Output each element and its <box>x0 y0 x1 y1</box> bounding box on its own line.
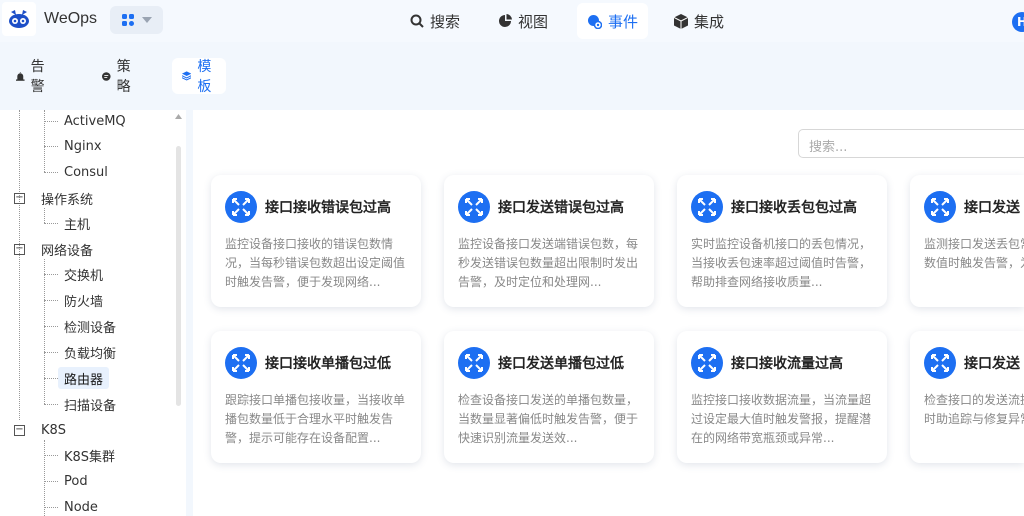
card-title: 接口接收流量过高 <box>731 356 843 372</box>
tree-item-nginx[interactable]: Nginx <box>64 135 102 157</box>
tree-item-load-balancer[interactable]: 负载均衡 <box>64 341 116 363</box>
apps-grid-icon <box>121 14 134 26</box>
nav-views[interactable]: 视图 <box>488 3 558 39</box>
card-description: 监控设备接口接收的错误包数情况，当每秒错误包数超出设定阈值时触发告警，便于发现网… <box>225 237 406 289</box>
card-description: 监控接口接收数据流量，当流量超过设定最大值时触发警报，提醒潜在的网络带宽瓶颈或异… <box>691 393 872 445</box>
collapse-icon[interactable]: − <box>14 424 25 436</box>
category-tree: ActiveMQ Nginx Consul − 操作系统 主机 − 网络设备 交… <box>0 110 186 516</box>
tab-label: 模板 <box>197 59 212 95</box>
tree-item-switch[interactable]: 交换机 <box>64 263 103 285</box>
expand-arrows-icon <box>691 191 723 223</box>
tab-label: 告警 <box>30 59 45 95</box>
card-description: 实时监控设备机接口的丢包情况，当接收丢包速率超过阈值时告警，帮助排查网络接收质量… <box>691 237 872 289</box>
expand-arrows-icon <box>458 191 490 223</box>
search-input[interactable]: 搜索... <box>798 129 1024 158</box>
cube-icon <box>674 13 688 29</box>
collapse-icon[interactable]: − <box>14 243 25 255</box>
tree-item-router[interactable]: 路由器 <box>58 367 110 389</box>
sidebar-scrollbar[interactable] <box>176 146 181 406</box>
app-logo[interactable] <box>2 2 36 36</box>
card-description: 检查设备接口发送的单播包数量，当数量显著偏低时触发告警，便于快速识别流量发送效.… <box>458 393 639 445</box>
template-card[interactable]: 接口发送单播包过低 检查设备接口发送的单播包数量，当数量显著偏低时触发告警，便于… <box>444 331 654 463</box>
tree-item-scanner[interactable]: 扫描设备 <box>64 393 116 415</box>
template-card[interactable]: 接口发送 监测接口发送丢包常，当发送丢包数值时触发告警，为 <box>910 175 1024 307</box>
collapse-icon[interactable]: − <box>14 192 25 204</box>
pie-chart-icon <box>499 14 512 27</box>
template-card[interactable]: 接口接收丢包包过高 实时监控设备机接口的丢包情况，当接收丢包速率超过阈值时告警，… <box>677 175 887 307</box>
tab-alarms[interactable]: 告警 <box>6 58 59 95</box>
card-description: 跟踪接口单播包接收量，当接收单播包数量低于合理水平时触发告警，提示可能存在设备配… <box>225 393 406 445</box>
expand-arrows-icon <box>225 191 257 223</box>
card-title: 接口发送 <box>964 200 1020 216</box>
nav-label: 搜索 <box>430 12 461 31</box>
tree-group-label: K8S <box>41 422 67 438</box>
scroll-up-icon[interactable] <box>175 114 182 119</box>
tab-label: 策略 <box>116 59 131 95</box>
tree-group-label: 网络设备 <box>41 243 94 259</box>
tree-group-k8s[interactable]: − K8S <box>14 419 66 441</box>
nav-events[interactable]: 事件 <box>577 3 649 39</box>
top-navbar: WeOps 搜索 视图 事件 集成 H <box>0 0 1024 42</box>
tree-item-host[interactable]: 主机 <box>64 212 90 234</box>
expand-arrows-icon <box>225 347 257 379</box>
expand-arrows-icon <box>924 191 956 223</box>
tree-item-activemq[interactable]: ActiveMQ <box>64 110 126 132</box>
app-switcher-dropdown[interactable] <box>110 6 163 34</box>
card-title: 接口接收错误包过高 <box>265 200 391 216</box>
card-title: 接口发送 <box>964 356 1020 372</box>
tree-group-label: 操作系统 <box>41 192 94 208</box>
app-title: WeOps <box>44 10 98 27</box>
user-avatar[interactable]: H <box>1012 12 1024 32</box>
card-description: 检查接口的发送流据发送速率过高时助追踪与修复异常 <box>924 393 1024 426</box>
tree-item-pod[interactable]: Pod <box>64 470 88 492</box>
nav-search[interactable]: 搜索 <box>400 3 470 39</box>
nav-label: 视图 <box>518 12 549 31</box>
template-card[interactable]: 接口接收流量过高 监控接口接收数据流量，当流量超过设定最大值时触发警报，提醒潜在… <box>677 331 887 463</box>
alarm-icon <box>16 71 25 81</box>
expand-arrows-icon <box>924 347 956 379</box>
card-title: 接口接收丢包包过高 <box>731 200 857 216</box>
card-title: 接口发送错误包过高 <box>498 200 624 216</box>
template-card[interactable]: 接口发送错误包过高 监控设备接口发送端错误包数，每秒发送错误包数量超出限制时发出… <box>444 175 654 307</box>
tree-item-k8s-cluster[interactable]: K8S集群 <box>64 444 115 466</box>
tree-item-node[interactable]: Node <box>64 496 98 516</box>
nav-integrations[interactable]: 集成 <box>664 3 734 39</box>
template-card[interactable]: 接口发送 检查接口的发送流据发送速率过高时助追踪与修复异常 <box>910 331 1024 463</box>
policy-icon <box>102 71 111 81</box>
expand-arrows-icon <box>458 347 490 379</box>
card-title: 接口发送单播包过低 <box>498 356 624 372</box>
template-card[interactable]: 接口接收错误包过高 监控设备接口接收的错误包数情况，当每秒错误包数超出设定阈值时… <box>211 175 421 307</box>
logo-icon <box>9 10 29 28</box>
tab-templates[interactable]: 模板 <box>172 58 226 95</box>
card-title: 接口接收单播包过低 <box>265 356 391 372</box>
card-description: 监控设备接口发送端错误包数，每秒发送错误包数量超出限制时发出告警，及时定位和处理… <box>458 237 639 289</box>
tree-item-firewall[interactable]: 防火墙 <box>64 289 103 311</box>
template-card[interactable]: 接口接收单播包过低 跟踪接口单播包接收量，当接收单播包数量低于合理水平时触发告警… <box>211 331 421 463</box>
tree-item-detection[interactable]: 检测设备 <box>64 315 116 337</box>
card-description: 监测接口发送丢包常，当发送丢包数值时触发告警，为 <box>924 237 1024 270</box>
tree-group-network[interactable]: − 网络设备 <box>14 238 93 260</box>
layers-icon <box>182 71 192 81</box>
nav-label: 集成 <box>694 12 725 31</box>
tree-group-os[interactable]: − 操作系统 <box>14 187 93 209</box>
expand-arrows-icon <box>691 347 723 379</box>
nav-label: 事件 <box>608 12 639 31</box>
tree-item-consul[interactable]: Consul <box>64 161 108 183</box>
search-icon <box>410 14 424 28</box>
tab-policies[interactable]: 策略 <box>92 58 145 95</box>
event-icon <box>588 14 602 29</box>
chevron-down-icon <box>141 17 152 23</box>
